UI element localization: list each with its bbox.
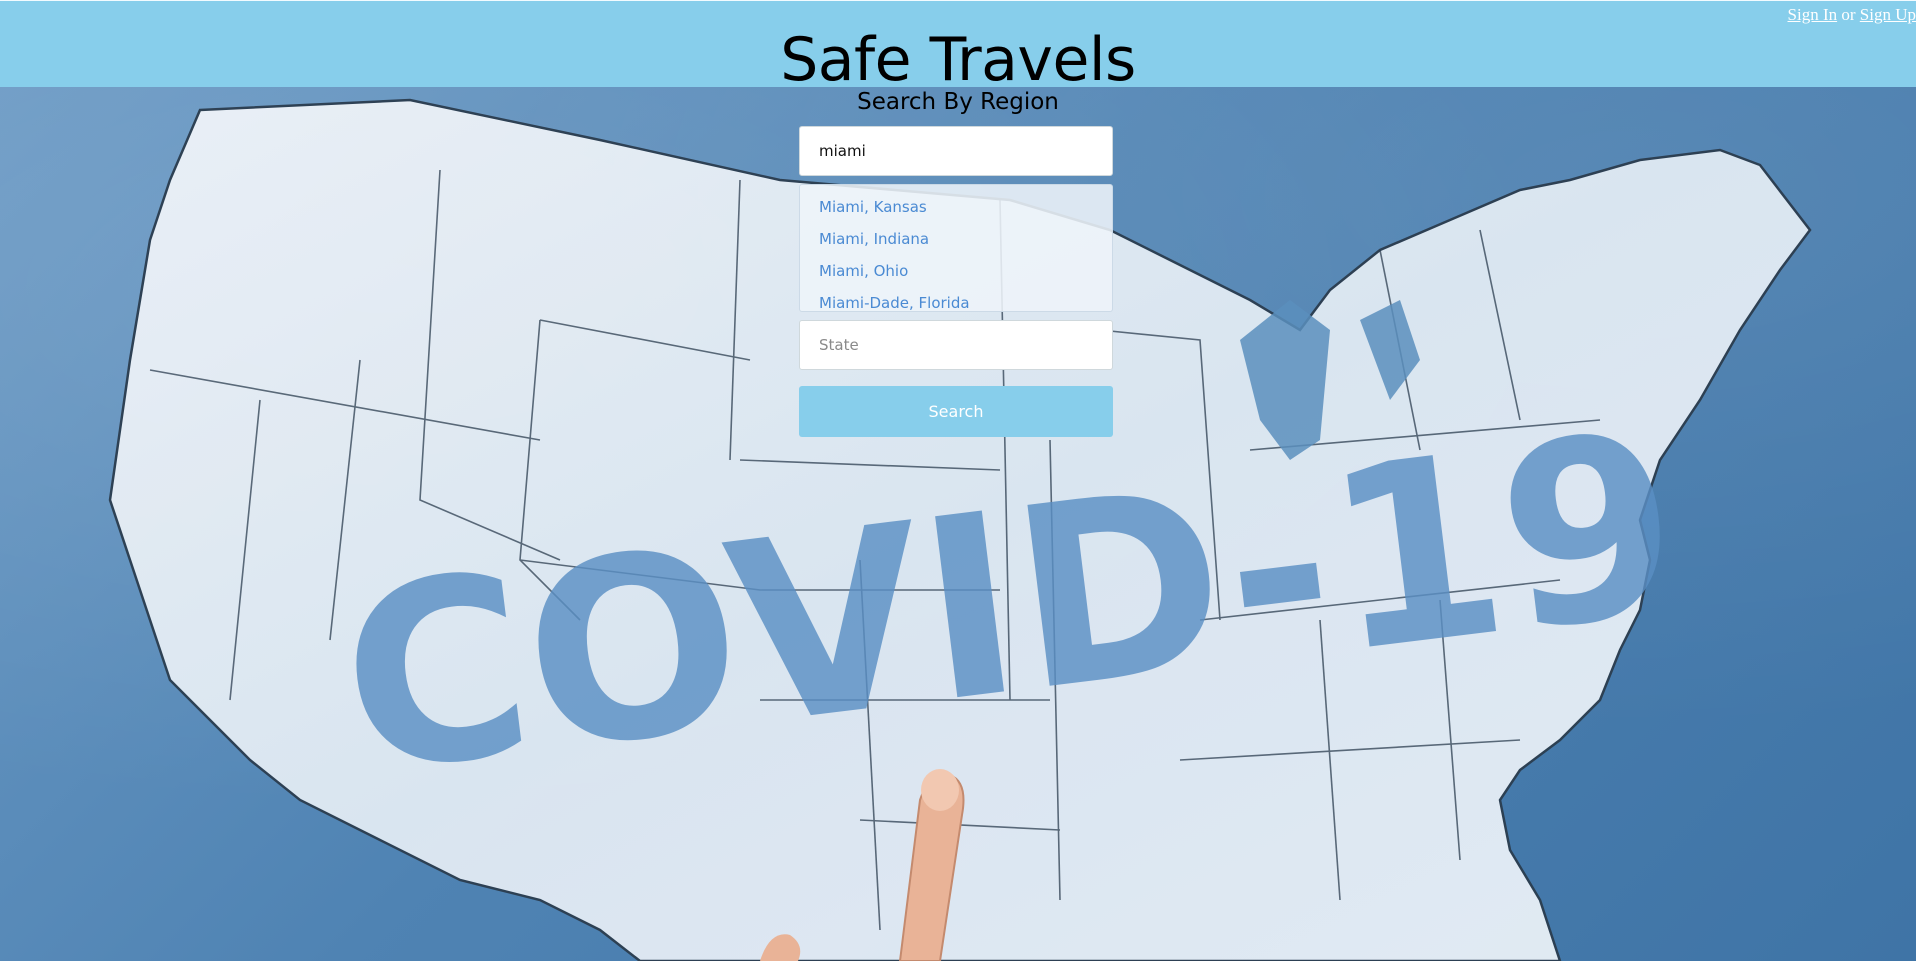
- top-header-bar: Safe Travels Sign In or Sign Up: [0, 0, 1916, 95]
- app-root: COVID-19 Safe Travels Sign In or Sign Up…: [0, 0, 1916, 961]
- suggestion-item[interactable]: Miami-Dade, Florida: [800, 287, 1112, 319]
- city-search-input[interactable]: [799, 126, 1113, 176]
- state-input[interactable]: [799, 320, 1113, 370]
- city-suggestions-dropdown: Miami, Kansas Miami, Indiana Miami, Ohio…: [799, 184, 1113, 312]
- suggestion-item[interactable]: Miami, Ohio: [800, 255, 1112, 287]
- suggestion-item[interactable]: Miami, Kansas: [800, 191, 1112, 223]
- sign-in-link[interactable]: Sign In: [1788, 5, 1838, 24]
- app-title: Safe Travels: [780, 25, 1136, 95]
- suggestion-item[interactable]: Miami, Indiana: [800, 223, 1112, 255]
- auth-separator: or: [1841, 5, 1860, 24]
- auth-links: Sign In or Sign Up: [1788, 5, 1916, 25]
- search-subtitle: Search By Region: [857, 89, 1059, 115]
- sign-up-link[interactable]: Sign Up: [1860, 5, 1916, 24]
- search-button[interactable]: Search: [799, 386, 1113, 437]
